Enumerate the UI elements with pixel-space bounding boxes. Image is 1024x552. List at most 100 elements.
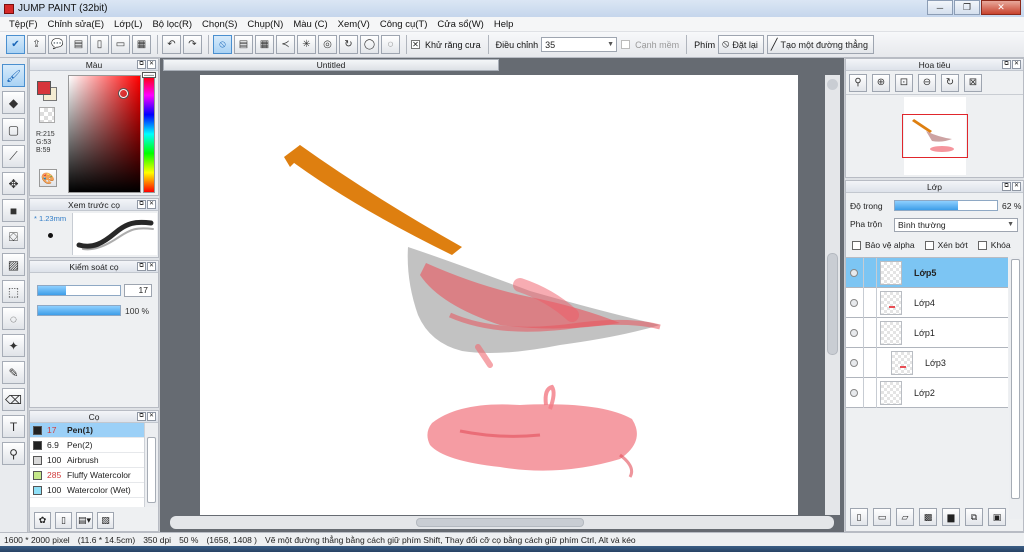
new-layer-1bit-icon[interactable]: ▱ (896, 508, 914, 526)
soft-edge-checkbox[interactable] (621, 40, 631, 49)
brush-size-input[interactable]: 17 (124, 284, 152, 297)
halftone-layer-icon[interactable]: ▩ (919, 508, 937, 526)
close-icon[interactable]: ✕ (147, 412, 156, 421)
visibility-icon[interactable] (850, 328, 858, 337)
move-tool-icon[interactable]: ✥ (2, 172, 25, 195)
clipping-checkbox[interactable] (924, 240, 934, 250)
flip-icon[interactable]: ⊠ (964, 73, 982, 92)
lasso-tool-icon[interactable]: ◌ (2, 307, 25, 330)
undock-icon[interactable]: ⧉ (137, 60, 146, 69)
hue-slider[interactable] (143, 75, 155, 193)
menu-window[interactable]: Cửa sổ(W) (432, 19, 488, 30)
brush-list-scrollbar[interactable] (144, 423, 158, 507)
palette-icon[interactable]: 🎨 (39, 169, 57, 187)
drawing-canvas[interactable] (200, 75, 798, 515)
zoom-in-icon[interactable]: ⊕ (872, 73, 890, 92)
undock-icon[interactable]: ⧉ (137, 262, 146, 271)
scrollbar-thumb[interactable] (416, 518, 584, 527)
delete-brush-icon[interactable]: ▧ (97, 511, 114, 529)
layer-lock-cell[interactable] (863, 287, 877, 318)
grid-ruler-icon[interactable]: ▦ (255, 35, 274, 54)
document-icon[interactable]: ▯ (90, 35, 109, 54)
layer-row[interactable]: Lớp4 (846, 287, 1008, 318)
text-tool-icon[interactable]: T (2, 415, 25, 438)
brush-item[interactable]: 6.9 Pen(2) (30, 438, 144, 453)
undock-icon[interactable]: ⧉ (137, 200, 146, 209)
hue-slider-handle[interactable] (143, 73, 155, 77)
close-icon[interactable]: ✕ (147, 200, 156, 209)
color-picker-cursor[interactable] (119, 89, 128, 98)
message-icon[interactable]: ▤ (69, 35, 88, 54)
menu-layer[interactable]: Lớp(L) (109, 19, 147, 30)
close-icon[interactable]: ✕ (147, 262, 156, 271)
rectangle-tool-icon[interactable]: ▢ (2, 118, 25, 141)
eyedropper-tool-icon[interactable]: ⚲ (2, 442, 25, 465)
correction-select[interactable]: 35 ▼ (541, 37, 618, 52)
redo-icon[interactable]: ↷ (183, 35, 202, 54)
rect-select-tool-icon[interactable]: ⬚ (2, 280, 25, 303)
gradient-tool-icon[interactable]: ▨ (2, 253, 25, 276)
layer-row[interactable]: Lớp5 (846, 257, 1008, 288)
menu-select[interactable]: Chọn(S) (197, 19, 242, 30)
layer-lock-cell[interactable] (863, 377, 877, 408)
page-icon[interactable]: ▭ (111, 35, 130, 54)
menu-help[interactable]: Help (489, 19, 519, 30)
undock-icon[interactable]: ⧉ (137, 412, 146, 421)
layer-row[interactable]: Lớp2 (846, 377, 1008, 408)
concentric-ruler-icon[interactable]: ◎ (318, 35, 337, 54)
visibility-icon[interactable] (850, 358, 858, 367)
brush-item[interactable]: 100 Airbrush (30, 453, 144, 468)
visibility-icon[interactable] (850, 298, 858, 307)
layer-lock-cell[interactable] (863, 347, 877, 378)
document-tab[interactable]: Untitled (163, 59, 499, 71)
brush-menu-icon[interactable]: ▤▾ (76, 511, 93, 529)
comment-icon[interactable]: 💬 (48, 35, 67, 54)
new-folder-icon[interactable]: ▆ (942, 508, 960, 526)
canvas-horizontal-scrollbar[interactable] (170, 516, 834, 529)
layer-lock-cell[interactable] (863, 317, 877, 348)
brush-item[interactable]: 17 Pen(1) (30, 423, 144, 438)
menu-filter[interactable]: Bộ lọc(R) (147, 19, 197, 30)
close-button[interactable]: ✕ (981, 0, 1021, 15)
zoom-out-icon[interactable]: ⊖ (918, 73, 936, 92)
export-icon[interactable]: ⇪ (27, 35, 46, 54)
foreground-color-swatch[interactable] (37, 81, 51, 95)
brush-opacity-slider[interactable] (37, 305, 121, 316)
perspective-ruler-icon[interactable]: ≺ (276, 35, 295, 54)
layer-row[interactable]: Lớp1 (846, 317, 1008, 348)
menu-tools[interactable]: Công cụ(T) (375, 19, 433, 30)
select-pen-tool-icon[interactable]: ✎ (2, 361, 25, 384)
blend-mode-select[interactable]: Bình thường ▼ (894, 218, 1018, 232)
eraser-tool-icon[interactable]: ◆ (2, 91, 25, 114)
duplicate-layer-icon[interactable]: ⧉ (965, 508, 983, 526)
no-ruler-icon[interactable]: ⦸ (213, 35, 232, 54)
saturation-value-picker[interactable] (68, 75, 141, 193)
layer-lock-cell[interactable] (863, 257, 877, 288)
zoom-icon[interactable]: ⚲ (849, 73, 867, 92)
visibility-icon[interactable] (850, 268, 858, 277)
delete-layer-icon[interactable]: ▣ (988, 508, 1006, 526)
brush-item[interactable]: 100 Watercolor (Wet) (30, 483, 144, 498)
protect-alpha-checkbox[interactable] (852, 240, 861, 250)
parallel-ruler-icon[interactable]: ▤ (234, 35, 253, 54)
layers-scrollbar[interactable] (1009, 257, 1023, 519)
navigator-viewport-rect[interactable] (902, 114, 968, 158)
ellipse-ruler-icon[interactable]: ◌ (381, 35, 400, 54)
brush-settings-icon[interactable]: ✿ (34, 511, 51, 529)
rotate-icon[interactable]: ↻ (941, 73, 959, 92)
close-icon[interactable]: ✕ (1012, 60, 1021, 69)
scrollbar-thumb[interactable] (827, 253, 838, 355)
scrollbar-thumb[interactable] (147, 437, 156, 503)
close-icon[interactable]: ✕ (147, 60, 156, 69)
fit-view-icon[interactable]: ⊡ (895, 73, 913, 92)
undock-icon[interactable]: ⧉ (1002, 182, 1011, 191)
minimize-button[interactable]: ─ (927, 0, 953, 15)
menu-capture[interactable]: Chụp(N) (242, 19, 288, 30)
line-tool-icon[interactable]: ⟋ (2, 145, 25, 168)
curve-ruler-icon[interactable]: ↻ (339, 35, 358, 54)
reset-button[interactable]: ⦸ Đặt lại (718, 35, 764, 54)
brush-tool-icon[interactable]: 🖌 (2, 64, 25, 87)
new-layer-8bit-icon[interactable]: ▭ (873, 508, 891, 526)
canvas-vertical-scrollbar[interactable] (825, 75, 840, 515)
check-icon[interactable]: ✔ (6, 35, 25, 54)
